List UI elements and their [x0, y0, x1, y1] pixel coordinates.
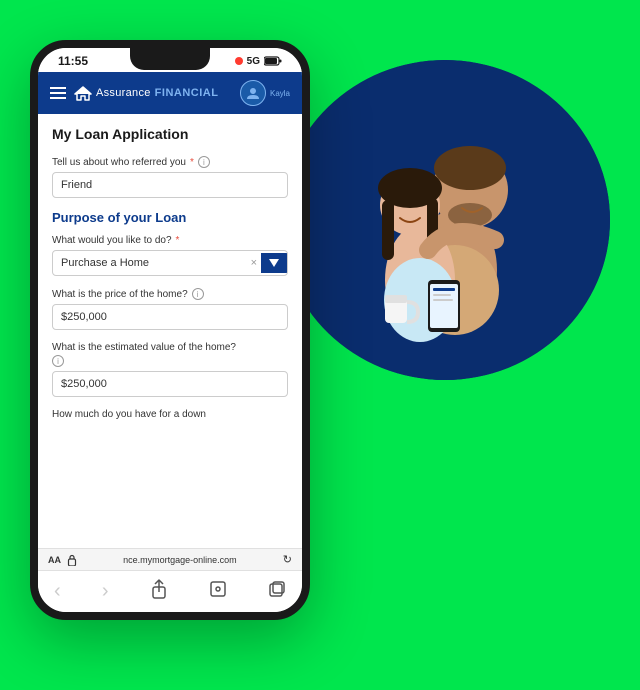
phone-screen: 11:55 5G [30, 40, 310, 620]
brand-name-financial: FINANCIAL [155, 87, 219, 99]
brand-house-icon [74, 85, 92, 101]
couple-photo-circle [280, 60, 610, 380]
brand-name-assurance: Assurance [96, 87, 151, 99]
referral-group: Tell us about who referred you * i [52, 156, 288, 198]
user-icon [246, 86, 260, 100]
status-icons: 5G [235, 56, 282, 67]
loan-purpose-label: What would you like to do? * [52, 235, 288, 246]
referral-info-icon[interactable]: i [198, 156, 210, 168]
referral-input[interactable] [52, 172, 288, 198]
status-time: 11:55 [58, 54, 88, 68]
forward-button[interactable]: › [96, 578, 115, 605]
share-icon [150, 579, 168, 599]
home-price-label: What is the price of the home? i [52, 288, 288, 300]
share-button[interactable] [144, 577, 174, 606]
user-avatar[interactable] [240, 80, 266, 106]
bookmarks-icon [209, 580, 227, 598]
browser-bar: AA nce.mymortgage-online.com ↻ [38, 548, 302, 570]
signal-indicator [235, 57, 243, 65]
loan-purpose-value: Purchase a Home [53, 251, 247, 275]
back-button[interactable]: ‹ [48, 578, 67, 605]
tabs-button[interactable] [262, 578, 292, 605]
page-title: My Loan Application [52, 126, 288, 142]
referral-label: Tell us about who referred you * i [52, 156, 288, 168]
app-navbar: Assurance FINANCIAL Kayla [38, 72, 302, 114]
network-type: 5G [247, 56, 260, 67]
navbar-right: Kayla [240, 80, 290, 106]
section-purpose-title: Purpose of your Loan [52, 210, 288, 225]
home-value-info-icon[interactable]: i [52, 355, 64, 367]
loan-purpose-group: What would you like to do? * Purchase a … [52, 235, 288, 276]
bookmarks-button[interactable] [203, 578, 233, 605]
hamburger-menu[interactable] [50, 87, 66, 99]
lock-icon [67, 554, 77, 566]
text-size-control[interactable]: AA [48, 555, 61, 565]
reload-button[interactable]: ↻ [283, 553, 292, 566]
home-value-input[interactable] [52, 371, 288, 397]
tabs-icon [268, 580, 286, 598]
required-indicator-2: * [176, 235, 180, 246]
select-clear-btn[interactable]: × [247, 251, 261, 275]
loan-purpose-select[interactable]: Purchase a Home × [52, 250, 288, 276]
user-name-label: Kayla [270, 89, 290, 98]
browser-url: nce.mymortgage-online.com [83, 555, 277, 565]
home-price-info-icon[interactable]: i [192, 288, 204, 300]
down-payment-group: How much do you have for a down [52, 409, 288, 420]
phone-notch [130, 48, 210, 70]
chevron-down-icon [269, 259, 279, 267]
browser-nav-bar: ‹ › [38, 570, 302, 612]
home-value-group: What is the estimated value of the home?… [52, 342, 288, 397]
home-price-input[interactable] [52, 304, 288, 330]
battery-icon [264, 56, 282, 66]
navbar-left: Assurance FINANCIAL [50, 85, 218, 101]
phone-mockup: 11:55 5G [30, 40, 310, 620]
home-value-info-row: i [52, 355, 288, 367]
required-indicator: * [190, 157, 194, 168]
brand-logo: Assurance FINANCIAL [74, 85, 218, 101]
home-value-label: What is the estimated value of the home? [52, 342, 288, 353]
home-price-group: What is the price of the home? i [52, 288, 288, 330]
down-payment-label: How much do you have for a down [52, 409, 288, 420]
select-dropdown-btn[interactable] [261, 253, 287, 273]
form-content: My Loan Application Tell us about who re… [38, 114, 302, 548]
